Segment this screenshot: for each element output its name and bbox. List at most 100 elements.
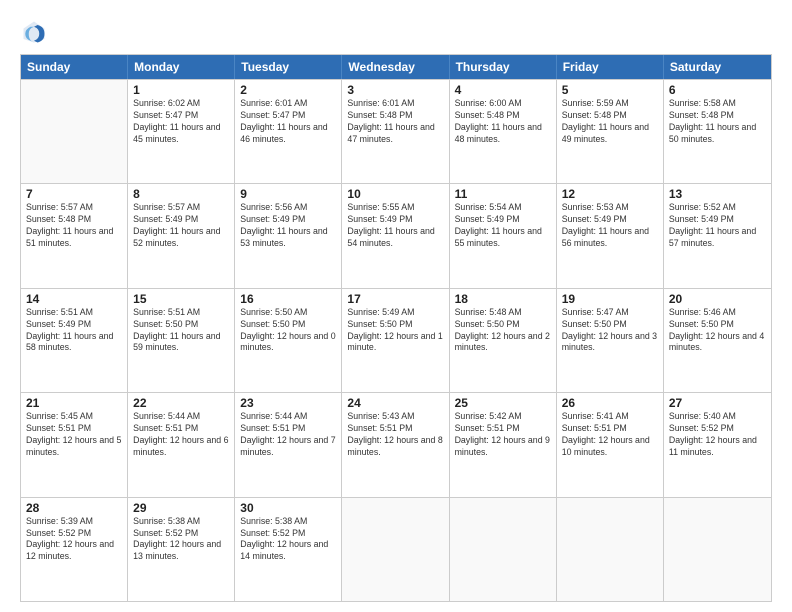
day-cell-30: 30Sunrise: 5:38 AM Sunset: 5:52 PM Dayli… bbox=[235, 498, 342, 601]
cell-info: Sunrise: 5:51 AM Sunset: 5:49 PM Dayligh… bbox=[26, 307, 122, 355]
day-number: 14 bbox=[26, 292, 122, 306]
day-header-tuesday: Tuesday bbox=[235, 55, 342, 79]
day-cell-19: 19Sunrise: 5:47 AM Sunset: 5:50 PM Dayli… bbox=[557, 289, 664, 392]
cell-info: Sunrise: 5:40 AM Sunset: 5:52 PM Dayligh… bbox=[669, 411, 766, 459]
day-cell-3: 3Sunrise: 6:01 AM Sunset: 5:48 PM Daylig… bbox=[342, 80, 449, 183]
cell-info: Sunrise: 5:47 AM Sunset: 5:50 PM Dayligh… bbox=[562, 307, 658, 355]
empty-cell bbox=[342, 498, 449, 601]
day-cell-7: 7Sunrise: 5:57 AM Sunset: 5:48 PM Daylig… bbox=[21, 184, 128, 287]
day-number: 28 bbox=[26, 501, 122, 515]
day-cell-28: 28Sunrise: 5:39 AM Sunset: 5:52 PM Dayli… bbox=[21, 498, 128, 601]
cell-info: Sunrise: 6:01 AM Sunset: 5:47 PM Dayligh… bbox=[240, 98, 336, 146]
calendar-week-2: 7Sunrise: 5:57 AM Sunset: 5:48 PM Daylig… bbox=[21, 183, 771, 287]
day-cell-4: 4Sunrise: 6:00 AM Sunset: 5:48 PM Daylig… bbox=[450, 80, 557, 183]
cell-info: Sunrise: 5:54 AM Sunset: 5:49 PM Dayligh… bbox=[455, 202, 551, 250]
logo bbox=[20, 18, 52, 46]
cell-info: Sunrise: 5:45 AM Sunset: 5:51 PM Dayligh… bbox=[26, 411, 122, 459]
logo-icon bbox=[20, 18, 48, 46]
calendar-week-1: 1Sunrise: 6:02 AM Sunset: 5:47 PM Daylig… bbox=[21, 79, 771, 183]
day-number: 29 bbox=[133, 501, 229, 515]
day-number: 25 bbox=[455, 396, 551, 410]
day-number: 2 bbox=[240, 83, 336, 97]
cell-info: Sunrise: 5:55 AM Sunset: 5:49 PM Dayligh… bbox=[347, 202, 443, 250]
header bbox=[20, 18, 772, 46]
day-header-saturday: Saturday bbox=[664, 55, 771, 79]
day-header-sunday: Sunday bbox=[21, 55, 128, 79]
day-number: 1 bbox=[133, 83, 229, 97]
cell-info: Sunrise: 5:51 AM Sunset: 5:50 PM Dayligh… bbox=[133, 307, 229, 355]
day-number: 9 bbox=[240, 187, 336, 201]
day-cell-10: 10Sunrise: 5:55 AM Sunset: 5:49 PM Dayli… bbox=[342, 184, 449, 287]
day-number: 12 bbox=[562, 187, 658, 201]
cell-info: Sunrise: 5:52 AM Sunset: 5:49 PM Dayligh… bbox=[669, 202, 766, 250]
day-number: 5 bbox=[562, 83, 658, 97]
calendar-body: 1Sunrise: 6:02 AM Sunset: 5:47 PM Daylig… bbox=[21, 79, 771, 601]
day-header-thursday: Thursday bbox=[450, 55, 557, 79]
cell-info: Sunrise: 5:41 AM Sunset: 5:51 PM Dayligh… bbox=[562, 411, 658, 459]
day-cell-16: 16Sunrise: 5:50 AM Sunset: 5:50 PM Dayli… bbox=[235, 289, 342, 392]
day-number: 7 bbox=[26, 187, 122, 201]
page: SundayMondayTuesdayWednesdayThursdayFrid… bbox=[0, 0, 792, 612]
day-number: 20 bbox=[669, 292, 766, 306]
day-cell-15: 15Sunrise: 5:51 AM Sunset: 5:50 PM Dayli… bbox=[128, 289, 235, 392]
day-cell-21: 21Sunrise: 5:45 AM Sunset: 5:51 PM Dayli… bbox=[21, 393, 128, 496]
day-number: 26 bbox=[562, 396, 658, 410]
empty-cell bbox=[21, 80, 128, 183]
cell-info: Sunrise: 5:43 AM Sunset: 5:51 PM Dayligh… bbox=[347, 411, 443, 459]
day-cell-9: 9Sunrise: 5:56 AM Sunset: 5:49 PM Daylig… bbox=[235, 184, 342, 287]
cell-info: Sunrise: 6:00 AM Sunset: 5:48 PM Dayligh… bbox=[455, 98, 551, 146]
day-number: 24 bbox=[347, 396, 443, 410]
cell-info: Sunrise: 5:38 AM Sunset: 5:52 PM Dayligh… bbox=[240, 516, 336, 564]
day-number: 23 bbox=[240, 396, 336, 410]
cell-info: Sunrise: 5:38 AM Sunset: 5:52 PM Dayligh… bbox=[133, 516, 229, 564]
cell-info: Sunrise: 5:48 AM Sunset: 5:50 PM Dayligh… bbox=[455, 307, 551, 355]
cell-info: Sunrise: 5:57 AM Sunset: 5:49 PM Dayligh… bbox=[133, 202, 229, 250]
day-cell-23: 23Sunrise: 5:44 AM Sunset: 5:51 PM Dayli… bbox=[235, 393, 342, 496]
day-cell-27: 27Sunrise: 5:40 AM Sunset: 5:52 PM Dayli… bbox=[664, 393, 771, 496]
day-cell-26: 26Sunrise: 5:41 AM Sunset: 5:51 PM Dayli… bbox=[557, 393, 664, 496]
day-cell-24: 24Sunrise: 5:43 AM Sunset: 5:51 PM Dayli… bbox=[342, 393, 449, 496]
cell-info: Sunrise: 6:02 AM Sunset: 5:47 PM Dayligh… bbox=[133, 98, 229, 146]
cell-info: Sunrise: 5:56 AM Sunset: 5:49 PM Dayligh… bbox=[240, 202, 336, 250]
day-cell-29: 29Sunrise: 5:38 AM Sunset: 5:52 PM Dayli… bbox=[128, 498, 235, 601]
day-cell-14: 14Sunrise: 5:51 AM Sunset: 5:49 PM Dayli… bbox=[21, 289, 128, 392]
cell-info: Sunrise: 5:39 AM Sunset: 5:52 PM Dayligh… bbox=[26, 516, 122, 564]
day-cell-6: 6Sunrise: 5:58 AM Sunset: 5:48 PM Daylig… bbox=[664, 80, 771, 183]
day-cell-8: 8Sunrise: 5:57 AM Sunset: 5:49 PM Daylig… bbox=[128, 184, 235, 287]
day-number: 16 bbox=[240, 292, 336, 306]
day-number: 30 bbox=[240, 501, 336, 515]
cell-info: Sunrise: 5:57 AM Sunset: 5:48 PM Dayligh… bbox=[26, 202, 122, 250]
day-number: 27 bbox=[669, 396, 766, 410]
day-cell-25: 25Sunrise: 5:42 AM Sunset: 5:51 PM Dayli… bbox=[450, 393, 557, 496]
day-cell-20: 20Sunrise: 5:46 AM Sunset: 5:50 PM Dayli… bbox=[664, 289, 771, 392]
day-cell-11: 11Sunrise: 5:54 AM Sunset: 5:49 PM Dayli… bbox=[450, 184, 557, 287]
day-number: 15 bbox=[133, 292, 229, 306]
day-cell-2: 2Sunrise: 6:01 AM Sunset: 5:47 PM Daylig… bbox=[235, 80, 342, 183]
day-cell-5: 5Sunrise: 5:59 AM Sunset: 5:48 PM Daylig… bbox=[557, 80, 664, 183]
cell-info: Sunrise: 5:58 AM Sunset: 5:48 PM Dayligh… bbox=[669, 98, 766, 146]
day-cell-18: 18Sunrise: 5:48 AM Sunset: 5:50 PM Dayli… bbox=[450, 289, 557, 392]
day-cell-12: 12Sunrise: 5:53 AM Sunset: 5:49 PM Dayli… bbox=[557, 184, 664, 287]
calendar-header: SundayMondayTuesdayWednesdayThursdayFrid… bbox=[21, 55, 771, 79]
calendar-week-5: 28Sunrise: 5:39 AM Sunset: 5:52 PM Dayli… bbox=[21, 497, 771, 601]
calendar: SundayMondayTuesdayWednesdayThursdayFrid… bbox=[20, 54, 772, 602]
day-number: 4 bbox=[455, 83, 551, 97]
empty-cell bbox=[664, 498, 771, 601]
cell-info: Sunrise: 5:44 AM Sunset: 5:51 PM Dayligh… bbox=[133, 411, 229, 459]
day-number: 19 bbox=[562, 292, 658, 306]
day-number: 6 bbox=[669, 83, 766, 97]
empty-cell bbox=[557, 498, 664, 601]
day-number: 18 bbox=[455, 292, 551, 306]
empty-cell bbox=[450, 498, 557, 601]
day-number: 17 bbox=[347, 292, 443, 306]
day-cell-22: 22Sunrise: 5:44 AM Sunset: 5:51 PM Dayli… bbox=[128, 393, 235, 496]
day-number: 13 bbox=[669, 187, 766, 201]
calendar-week-3: 14Sunrise: 5:51 AM Sunset: 5:49 PM Dayli… bbox=[21, 288, 771, 392]
day-number: 21 bbox=[26, 396, 122, 410]
cell-info: Sunrise: 5:44 AM Sunset: 5:51 PM Dayligh… bbox=[240, 411, 336, 459]
day-cell-17: 17Sunrise: 5:49 AM Sunset: 5:50 PM Dayli… bbox=[342, 289, 449, 392]
cell-info: Sunrise: 5:50 AM Sunset: 5:50 PM Dayligh… bbox=[240, 307, 336, 355]
cell-info: Sunrise: 5:42 AM Sunset: 5:51 PM Dayligh… bbox=[455, 411, 551, 459]
cell-info: Sunrise: 5:46 AM Sunset: 5:50 PM Dayligh… bbox=[669, 307, 766, 355]
day-number: 11 bbox=[455, 187, 551, 201]
